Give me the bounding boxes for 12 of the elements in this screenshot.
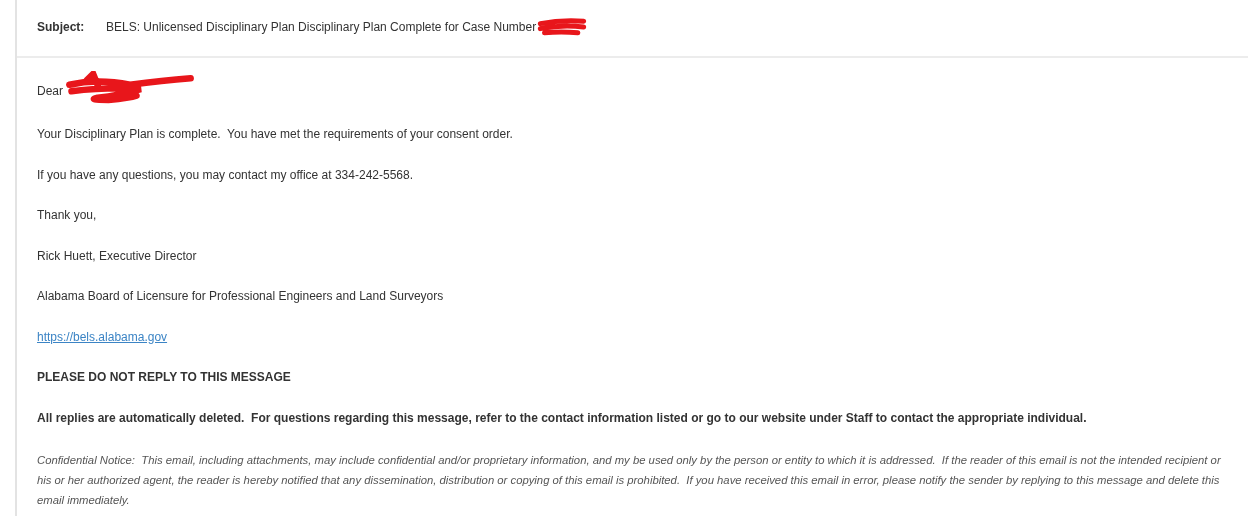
- confidential-notice: Confidential Notice: This email, including attachments, may include confidential and/or proprietary information, and my be used only by the person or entity to which it is addressed. If the reader of this email is not the intended recipient or his or her authorized agent, the reader is hereby notified that any dissemination, distribution or copying of this email is prohibited. If you have received this email in error, please notify the sender by replying to this message and delete this email immediately.: [37, 453, 1222, 508]
- greeting-text: Dear: [37, 84, 63, 98]
- body-text: Thank you,: [37, 208, 97, 223]
- website-link[interactable]: https://bels.alabama.gov: [37, 329, 168, 344]
- body-text: All replies are automatically deleted. For questions regarding this message, refer to the contact information listed or go to our website under Staff to contact the appropriate individual.: [37, 410, 1087, 425]
- body-text: PLEASE DO NOT REPLY TO THIS MESSAGE: [37, 370, 291, 385]
- subject-label: Subject:: [37, 20, 86, 34]
- body-text: Your Disciplinary Plan is complete. You have met the requirements of your consent order.: [37, 127, 513, 142]
- body-text: Alabama Board of Licensure for Professional Engineers and Land Surveyors: [37, 289, 444, 304]
- subject-text: BELS: Unlicensed Disciplinary Plan Disciplinary Plan Complete for Case Number: [106, 20, 537, 34]
- body-text: If you have any questions, you may contact my office at 334-242-5568.: [37, 167, 413, 182]
- body-text: Rick Huett, Executive Director: [37, 248, 197, 263]
